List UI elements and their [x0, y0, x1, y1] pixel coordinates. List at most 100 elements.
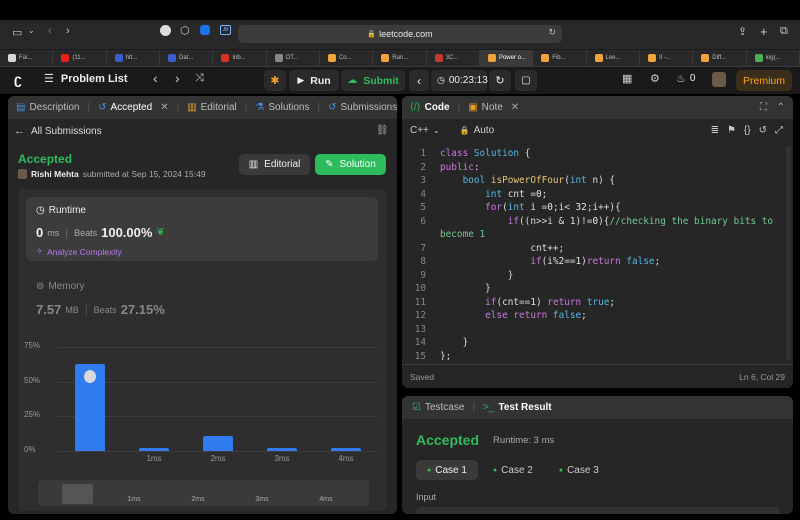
- sidebar-toggle-icon[interactable]: ▭: [12, 26, 22, 39]
- note-icon: ▢: [521, 75, 531, 86]
- next-problem-icon[interactable]: ›: [175, 70, 180, 86]
- leetcode-logo-icon[interactable]: ʗ: [14, 71, 22, 87]
- line-number: 13: [414, 323, 426, 335]
- chart-bar[interactable]: [203, 435, 233, 451]
- tab-overview-icon[interactable]: ⧉: [780, 25, 788, 38]
- extension-cube-icon[interactable]: ⬡: [180, 24, 190, 37]
- browser-tab[interactable]: (11...: [53, 50, 107, 66]
- line-number: 15: [414, 350, 426, 361]
- braces-icon[interactable]: {}: [744, 125, 751, 136]
- reset-timer-button[interactable]: ↻: [489, 70, 511, 91]
- runtime-card[interactable]: ◷ Runtime 0 ms | Beats 100.00% ❦ ✧ Analy…: [26, 197, 378, 261]
- tab-test-result[interactable]: >_ Test Result: [483, 402, 552, 413]
- extension-chat-icon[interactable]: [160, 25, 171, 36]
- testcase-panel: ☑ Testcase | >_ Test Result Accepted Run…: [402, 396, 793, 514]
- forward-arrow-icon[interactable]: ›: [66, 25, 70, 37]
- code-editor[interactable]: 1 class Solution {2 public: 3 bool isPowerO…: [410, 147, 782, 360]
- tab-testcase[interactable]: ☑ Testcase: [412, 402, 464, 413]
- collapse-timer-button[interactable]: ‹: [409, 70, 429, 91]
- expand-icon[interactable]: ⤢: [775, 125, 783, 136]
- layout-icon[interactable]: ▦: [622, 72, 632, 85]
- browser-tab[interactable]: 3C...: [427, 50, 480, 66]
- browser-tab[interactable]: htt...: [107, 50, 160, 66]
- close-icon[interactable]: ✕: [511, 102, 519, 113]
- browser-tab[interactable]: OT...: [267, 50, 320, 66]
- browser-tab[interactable]: Lee...: [587, 50, 640, 66]
- all-submissions-link[interactable]: ← All Submissions: [14, 125, 102, 137]
- memory-header[interactable]: ⊚ Memory: [36, 281, 85, 292]
- autocomplete-mode[interactable]: 🔒 Auto: [460, 125, 495, 136]
- submit-button[interactable]: ☁ Submit: [341, 70, 405, 91]
- streak-counter[interactable]: ♨ 0: [676, 72, 695, 85]
- gear-icon[interactable]: ⚙: [650, 72, 660, 85]
- tab-note[interactable]: ▣ Note ✕: [468, 102, 519, 113]
- chart-bar[interactable]: [331, 448, 361, 451]
- link-icon[interactable]: ⛓: [376, 125, 389, 136]
- editor-scrollbar[interactable]: [786, 147, 791, 360]
- extension-jb-icon[interactable]: JB: [220, 25, 231, 35]
- chart-bar[interactable]: [75, 363, 105, 451]
- browser-tab[interactable]: Power o...: [479, 50, 534, 66]
- prev-problem-icon[interactable]: ‹: [153, 70, 158, 86]
- tab-code[interactable]: ⟨/⟩ Code: [410, 102, 450, 113]
- code-text: for(int i =0;i< 32;i++){: [485, 202, 621, 213]
- browser-tab[interactable]: Ran...: [373, 50, 427, 66]
- analyze-complexity-link[interactable]: ✧ Analyze Complexity: [36, 246, 122, 257]
- chevron-down-icon[interactable]: ⌄: [28, 26, 35, 35]
- timer[interactable]: ◷ 00:23:13: [431, 70, 488, 91]
- format-icon[interactable]: ≣: [711, 125, 719, 136]
- reload-icon[interactable]: ↻: [548, 27, 556, 38]
- bookmark-icon[interactable]: ⚑: [727, 125, 736, 136]
- tab-submissions[interactable]: ↺ Submissions: [328, 102, 397, 113]
- undo-icon[interactable]: ↺: [759, 125, 767, 136]
- runtime-values: 0 ms | Beats 100.00% ❦: [36, 225, 165, 240]
- solution-button[interactable]: ✎ Solution: [315, 154, 386, 175]
- extension-blue-icon[interactable]: [200, 25, 210, 35]
- notes-button[interactable]: ▢: [515, 70, 537, 91]
- run-button[interactable]: ▶ Run: [289, 70, 339, 91]
- tab-accepted[interactable]: ↺ Accepted ✕: [98, 102, 168, 113]
- close-icon[interactable]: ✕: [160, 102, 168, 113]
- case-2-label: Case 2: [501, 464, 533, 476]
- code-text: };: [440, 350, 452, 361]
- browser-tab[interactable]: Co...: [320, 50, 374, 66]
- chart-overview-strip[interactable]: 1ms 2ms 3ms 4ms: [38, 480, 369, 506]
- browser-tab[interactable]: Dat...: [160, 50, 214, 66]
- address-bar[interactable]: 🔒 leetcode.com ↻: [238, 25, 562, 43]
- browser-tab[interactable]: Inb...: [213, 50, 267, 66]
- browser-tab[interactable]: Fai...: [0, 50, 54, 66]
- input-box[interactable]: [416, 507, 779, 514]
- new-tab-icon[interactable]: +: [760, 24, 768, 39]
- case-tab-2[interactable]: ● Case 2: [482, 460, 544, 480]
- debug-button[interactable]: ✱: [264, 70, 286, 91]
- chart-bar[interactable]: [139, 448, 169, 451]
- tab-description-label: Description: [29, 102, 80, 113]
- back-arrow-icon[interactable]: ‹: [48, 25, 52, 37]
- share-icon[interactable]: ⇪: [738, 25, 747, 38]
- tab-description[interactable]: ▤ Description: [16, 102, 79, 113]
- editorial-button[interactable]: ▥ Editorial: [239, 154, 310, 175]
- chevron-up-icon[interactable]: ⌃: [777, 102, 785, 113]
- browser-tab[interactable]: Diff...: [693, 50, 747, 66]
- overview-selection[interactable]: [62, 484, 93, 504]
- pass-dot-icon: ●: [558, 466, 564, 474]
- run-label: Run: [310, 74, 331, 87]
- user-name[interactable]: Rishi Mehta: [31, 169, 79, 179]
- chart-bar[interactable]: [267, 448, 297, 451]
- avatar[interactable]: [712, 72, 726, 87]
- tab-solutions[interactable]: ⚗ Solutions: [255, 102, 309, 113]
- code-panel-tabs: ⟨/⟩ Code | ▣ Note ✕ ⛶ ⌃: [402, 96, 793, 119]
- problem-list-link[interactable]: ☰ Problem List: [44, 72, 128, 86]
- premium-button[interactable]: Premium: [736, 70, 792, 91]
- tab-editorial[interactable]: ▥ Editorial: [187, 102, 237, 113]
- all-submissions-label: All Submissions: [31, 125, 102, 137]
- shuffle-icon[interactable]: ⤨: [195, 72, 204, 85]
- language-select[interactable]: C++ ⌄: [410, 125, 440, 136]
- case-tab-1[interactable]: ● Case 1: [416, 460, 478, 480]
- browser-tab[interactable]: Fib...: [533, 50, 587, 66]
- browser-tab-label: htt...: [125, 55, 138, 61]
- browser-tab[interactable]: log(...: [747, 50, 800, 66]
- case-tab-3[interactable]: ● Case 3: [548, 460, 610, 480]
- browser-tab[interactable]: II -...: [640, 50, 694, 66]
- maximize-icon[interactable]: ⛶: [760, 102, 767, 113]
